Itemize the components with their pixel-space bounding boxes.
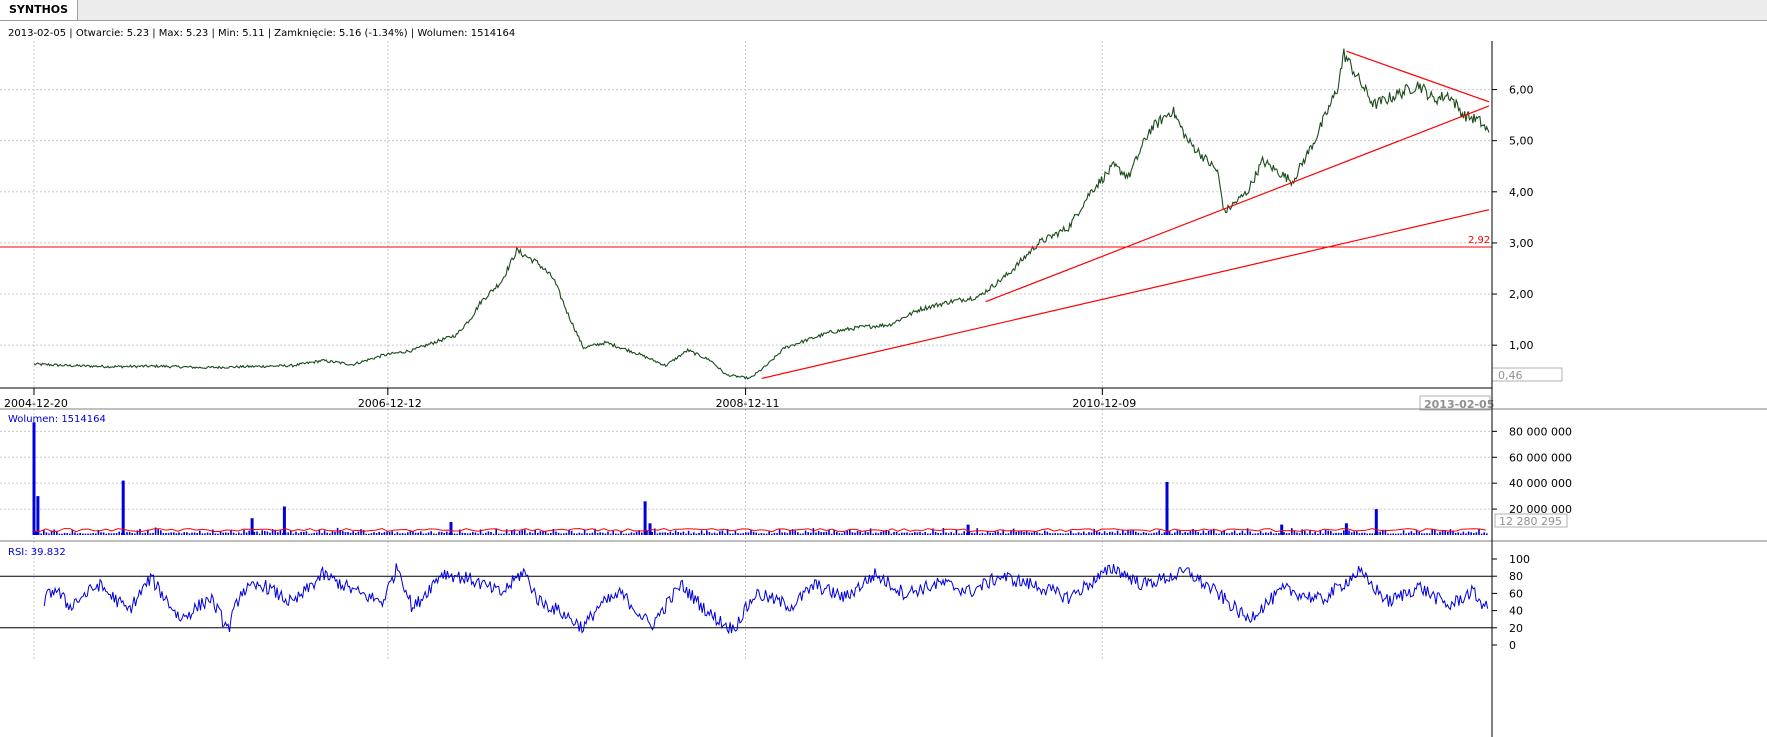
tab-synthos[interactable]: SYNTHOS bbox=[0, 0, 79, 20]
volume-spike-1 bbox=[36, 496, 40, 535]
price-y-label-5: 6,00 bbox=[1509, 84, 1534, 97]
info-line: 2013-02-05 | Otwarcie: 5.23 | Max: 5.23 … bbox=[8, 28, 515, 39]
price-y-label-2: 3,00 bbox=[1509, 237, 1534, 250]
price-y-label-4: 5,00 bbox=[1509, 135, 1534, 148]
volume-spike-6 bbox=[643, 501, 647, 535]
volume-spike-5 bbox=[449, 522, 453, 535]
rsi-y-label-2: 40 bbox=[1509, 605, 1523, 618]
rsi-y-label-4: 80 bbox=[1509, 570, 1523, 583]
volume-spike-9 bbox=[1165, 481, 1169, 535]
date-label-0: 2004-12-20 bbox=[4, 397, 68, 410]
volume-spike-3 bbox=[250, 518, 254, 535]
rsi-title: RSI: 39.832 bbox=[8, 547, 66, 558]
rsi-y-label-5: 100 bbox=[1509, 553, 1530, 566]
rsi-y-label-3: 60 bbox=[1509, 587, 1523, 600]
rsi-y-label-0: 0 bbox=[1509, 639, 1516, 652]
price-y-label-0: 1,00 bbox=[1509, 339, 1534, 352]
price-y-label-1: 2,00 bbox=[1509, 288, 1534, 301]
tab-bar: SYNTHOS bbox=[0, 0, 1767, 21]
volume-title: Wolumen: 1514164 bbox=[8, 414, 106, 425]
volume-spike-10 bbox=[1280, 524, 1284, 535]
price-marker-label: 0,46 bbox=[1498, 369, 1523, 382]
volume-spike-12 bbox=[1374, 509, 1378, 535]
volume-spike-0 bbox=[32, 422, 36, 535]
date-label-2: 2008-12-11 bbox=[716, 397, 780, 410]
volume-y-label-2: 60 000 000 bbox=[1509, 451, 1572, 464]
volume-y-label-3: 80 000 000 bbox=[1509, 425, 1572, 438]
price-y-label-3: 4,00 bbox=[1509, 186, 1534, 199]
support-line-label: 2,92 bbox=[1468, 235, 1490, 246]
volume-marker-label: 12 280 295 bbox=[1499, 515, 1562, 528]
volume-y-label-1: 40 000 000 bbox=[1509, 477, 1572, 490]
volume-spike-7 bbox=[648, 523, 652, 535]
rsi-y-label-1: 20 bbox=[1509, 622, 1523, 635]
date-label-1: 2006-12-12 bbox=[358, 397, 422, 410]
chart-area[interactable]: 2013-02-05 | Otwarcie: 5.23 | Max: 5.23 … bbox=[0, 21, 1767, 737]
volume-spike-2 bbox=[121, 480, 125, 535]
date-label-3: 2010-12-09 bbox=[1072, 397, 1136, 410]
volume-spike-4 bbox=[282, 506, 286, 535]
